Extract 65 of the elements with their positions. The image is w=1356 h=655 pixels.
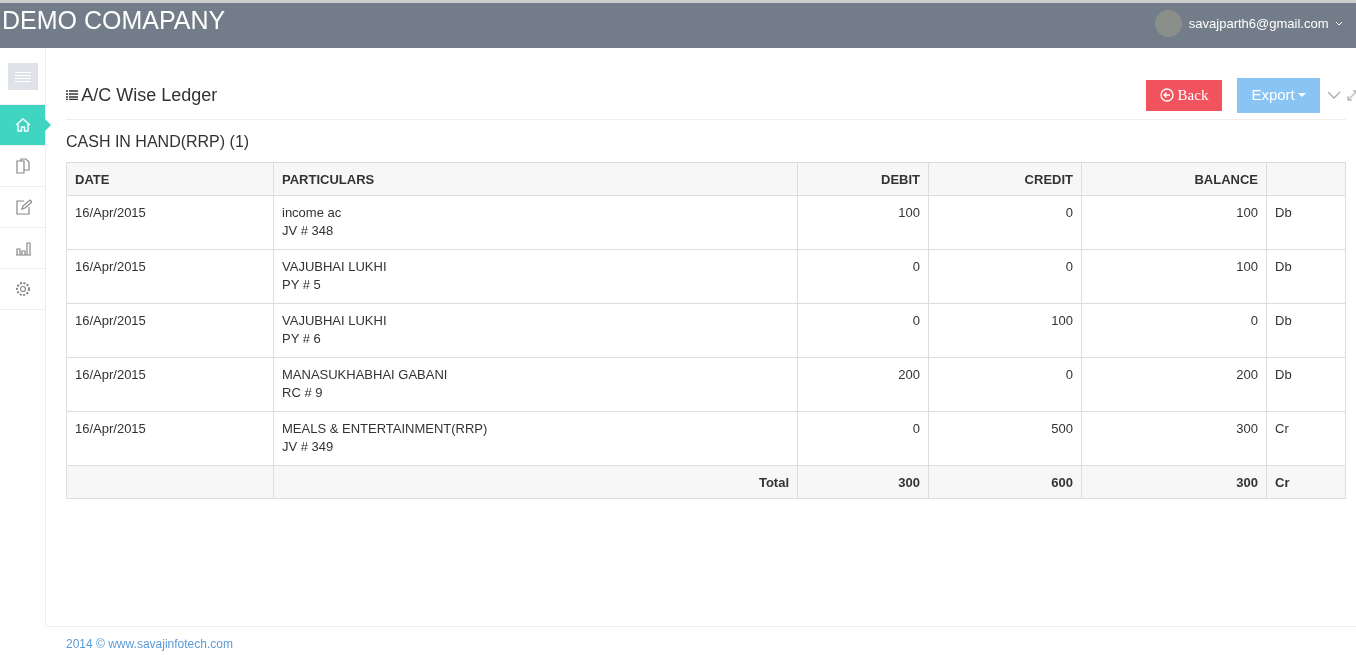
debit-cell: 0 [797,411,929,466]
date-cell: 16/Apr/2015 [66,357,274,412]
export-button[interactable]: Export [1237,78,1320,113]
voucher-number: PY # 6 [282,330,321,348]
balance-type-cell: Cr [1266,411,1346,466]
credit-cell: 0 [928,249,1082,304]
user-email[interactable]: savajparth6@gmail.com [1188,13,1329,34]
back-button[interactable]: Back [1146,80,1223,111]
debit-cell: 0 [797,303,929,358]
menu-button[interactable] [7,63,38,90]
menu-icon [14,71,31,82]
credit-cell: 500 [928,411,1082,466]
column-header: DATE [66,162,274,196]
total-debit: 300 [797,465,929,499]
settings-icon [13,280,32,298]
balance-type-cell: Db [1266,357,1346,412]
debit-cell: 0 [797,249,929,304]
avatar[interactable] [1155,10,1183,37]
debit-cell: 100 [797,195,929,250]
date-cell: 16/Apr/2015 [66,195,274,250]
balance-cell: 100 [1081,195,1267,250]
date-cell: 16/Apr/2015 [66,249,274,304]
balance-type-cell: Db [1266,195,1346,250]
account-name: VAJUBHAI LUKHI [282,258,387,276]
home-icon [13,116,32,134]
date-cell: 16/Apr/2015 [66,303,274,358]
total-credit: 600 [928,465,1082,499]
panel-title: A/C Wise Ledger [81,83,218,107]
column-header: PARTICULARS [273,162,798,196]
column-header: CREDIT [928,162,1082,196]
footer-text[interactable]: 2014 © www.savajinfotech.com [66,637,233,651]
account-name: MEALS & ENTERTAINMENT(RRP) [282,420,488,438]
balance-type-cell: Db [1266,303,1346,358]
credit-cell: 0 [928,357,1082,412]
account-name: VAJUBHAI LUKHI [282,312,387,330]
account-name: income ac [282,204,342,222]
caret-icon [1298,92,1306,98]
balance-type-cell: Db [1266,249,1346,304]
balance-cell: 0 [1081,303,1267,358]
voucher-number: JV # 348 [282,222,334,240]
voucher-number: JV # 349 [282,438,334,456]
company-name: DEMO COMAPANY [1,5,226,36]
caret-icon[interactable] [1335,21,1343,26]
list-icon [66,90,78,101]
voucher-number: RC # 9 [282,384,323,402]
column-header: DEBIT [797,162,929,196]
total-label: Total [273,465,798,499]
total-balance: 300 [1081,465,1267,499]
credit-cell: 100 [928,303,1082,358]
bar-chart-icon [13,239,32,257]
account-title: CASH IN HAND(RRP) (1) [66,132,251,152]
collapse-icon[interactable] [1326,91,1341,100]
debit-cell: 200 [797,357,929,412]
credit-cell: 0 [928,195,1082,250]
balance-cell: 300 [1081,411,1267,466]
column-header: BALANCE [1081,162,1267,196]
documents-icon [13,157,32,175]
balance-cell: 100 [1081,249,1267,304]
account-name: MANASUKHABHAI GABANI [282,366,448,384]
edit-icon [13,198,32,216]
voucher-number: PY # 5 [282,276,321,294]
date-cell: 16/Apr/2015 [66,411,274,466]
total-balance-type: Cr [1266,465,1346,499]
balance-cell: 200 [1081,357,1267,412]
expand-icon[interactable] [1347,89,1356,101]
